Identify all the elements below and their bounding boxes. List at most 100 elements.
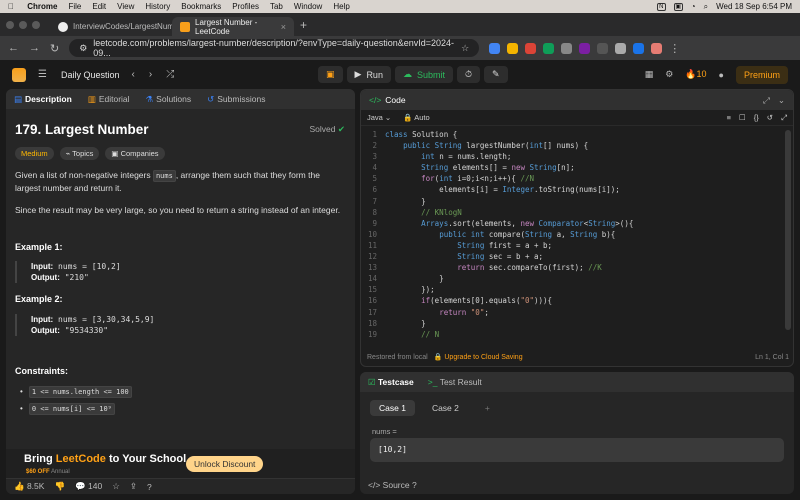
share-icon[interactable]: ⇪ bbox=[130, 481, 137, 492]
extension-icon[interactable] bbox=[633, 42, 645, 54]
expand-icon[interactable]: ⤢ bbox=[763, 95, 770, 106]
browser-tab-active[interactable]: Largest Number - LeetCode × bbox=[172, 17, 294, 36]
status-icon[interactable]: ▣ bbox=[673, 2, 683, 11]
close-tab-icon[interactable]: × bbox=[281, 22, 286, 32]
companies-tag[interactable]: ▣ Companies bbox=[105, 147, 165, 160]
close-window-button[interactable] bbox=[6, 20, 14, 29]
variable-input[interactable]: [10,2] bbox=[370, 438, 784, 462]
code-line[interactable]: 17 return "0"; bbox=[361, 308, 793, 319]
case-tab[interactable]: Case 2 bbox=[423, 400, 468, 416]
upgrade-link[interactable]: 🔒 Upgrade to Cloud Saving bbox=[434, 353, 523, 361]
extension-icon[interactable] bbox=[597, 42, 609, 54]
case-tab[interactable]: Case 1 bbox=[370, 400, 415, 416]
comments-button[interactable]: 💬 140 bbox=[75, 481, 102, 492]
settings-icon[interactable]: ⚙ bbox=[665, 69, 673, 80]
reset-icon[interactable]: ↺ bbox=[767, 113, 773, 123]
dislike-button[interactable]: 👎 bbox=[54, 481, 65, 492]
extension-icon[interactable] bbox=[561, 42, 573, 54]
debug-button[interactable]: ▣ bbox=[318, 66, 343, 83]
unlock-discount-button[interactable]: Unlock Discount bbox=[186, 456, 264, 472]
new-tab-button[interactable]: + bbox=[300, 18, 307, 32]
extension-icon[interactable] bbox=[615, 42, 627, 54]
prev-problem-icon[interactable]: ‹ bbox=[132, 69, 135, 80]
bookmark-icon[interactable]: ☐ bbox=[739, 113, 746, 123]
back-icon[interactable]: ← bbox=[8, 42, 19, 54]
format-icon[interactable]: ≡ bbox=[727, 113, 731, 123]
submit-button[interactable]: ☁ Submit bbox=[394, 66, 453, 83]
extension-icon[interactable] bbox=[525, 42, 537, 54]
topics-tag[interactable]: ⌁ Topics bbox=[59, 147, 100, 160]
menu-item[interactable]: Profiles bbox=[232, 2, 259, 11]
menu-item[interactable]: Edit bbox=[92, 2, 106, 11]
forward-icon[interactable]: → bbox=[29, 42, 40, 54]
site-info-icon[interactable]: ⚙ bbox=[79, 43, 87, 54]
code-line[interactable]: 10 public int compare(String a, String b… bbox=[361, 230, 793, 241]
source-link[interactable]: </> Source ? bbox=[368, 480, 417, 490]
apple-menu-icon[interactable]:  bbox=[8, 2, 14, 11]
editor-scrollbar[interactable] bbox=[785, 130, 791, 330]
code-line[interactable]: 9 Arrays .sort(elements, new Comparator < S… bbox=[361, 219, 793, 230]
timer-button[interactable]: ⏱ bbox=[456, 66, 480, 83]
menu-item[interactable]: File bbox=[68, 2, 81, 11]
tab-description[interactable]: ▤ Description bbox=[14, 94, 72, 105]
code-line[interactable]: 2 public String largestNumber(int[] nums… bbox=[361, 141, 793, 152]
wifi-icon[interactable]: ◔ bbox=[691, 2, 696, 11]
extension-icon[interactable] bbox=[489, 42, 501, 54]
extension-icon[interactable] bbox=[507, 42, 519, 54]
datetime[interactable]: Wed 18 Sep 6:54 PM bbox=[716, 2, 792, 11]
menu-item[interactable]: View bbox=[117, 2, 134, 11]
code-line[interactable]: 3 int n = nums.length; bbox=[361, 152, 793, 163]
autocomplete-toggle[interactable]: 🔒 Auto bbox=[403, 113, 429, 122]
browser-tab[interactable]: InterviewCodes/LargestNumb × bbox=[50, 17, 189, 36]
code-line[interactable]: 4 String elements[] = new String [n]; bbox=[361, 163, 793, 174]
menu-item[interactable]: Help bbox=[333, 2, 349, 11]
fullscreen-icon[interactable]: ⤢ bbox=[781, 113, 787, 123]
code-line[interactable]: 14 } bbox=[361, 274, 793, 285]
tab-testcase[interactable]: ☑ Testcase bbox=[368, 377, 414, 388]
code-line[interactable]: 18 } bbox=[361, 319, 793, 330]
menu-item[interactable]: Chrome bbox=[27, 2, 57, 11]
premium-button[interactable]: Premium bbox=[735, 65, 788, 84]
daily-question-title[interactable]: Daily Question bbox=[61, 70, 120, 80]
bookmark-star-icon[interactable]: ☆ bbox=[461, 43, 469, 54]
code-line[interactable]: 15 }); bbox=[361, 285, 793, 296]
favorite-star-icon[interactable]: ☆ bbox=[112, 481, 120, 492]
run-button[interactable]: ▶ Run bbox=[346, 66, 391, 83]
reload-icon[interactable]: ↻ bbox=[50, 42, 59, 55]
code-line[interactable]: 13 return sec.compareTo(first); //K bbox=[361, 263, 793, 274]
code-line[interactable]: 8 // KNlogN bbox=[361, 208, 793, 219]
tab-submissions[interactable]: ↺ Submissions bbox=[207, 94, 265, 105]
problem-list-icon[interactable]: ☰ bbox=[38, 69, 47, 80]
layout-icon[interactable]: ▦ bbox=[645, 69, 654, 80]
menu-item[interactable]: Bookmarks bbox=[181, 2, 221, 11]
code-content[interactable]: 1 class Solution {2 public String largest… bbox=[361, 130, 793, 341]
tab-solutions[interactable]: ⚗ Solutions bbox=[146, 94, 192, 105]
braces-icon[interactable]: {} bbox=[754, 113, 759, 123]
next-problem-icon[interactable]: › bbox=[149, 69, 152, 80]
address-bar[interactable]: ⚙ leetcode.com/problems/largest-number/d… bbox=[69, 38, 480, 58]
code-line[interactable]: 6 elements[i] = Integer .toString(nums[i]… bbox=[361, 185, 793, 196]
code-line[interactable]: 1 class Solution { bbox=[361, 130, 793, 141]
tab-test-result[interactable]: >_ Test Result bbox=[428, 377, 482, 387]
minimize-window-button[interactable] bbox=[19, 20, 27, 29]
extension-icon[interactable] bbox=[543, 42, 555, 54]
status-icon[interactable]: N bbox=[656, 2, 666, 11]
help-icon[interactable]: ? bbox=[412, 480, 417, 490]
code-line[interactable]: 7 } bbox=[361, 197, 793, 208]
shuffle-icon[interactable]: ⤮ bbox=[166, 69, 174, 80]
code-line[interactable]: 12 String sec = b + a; bbox=[361, 252, 793, 263]
code-line[interactable]: 19 // N bbox=[361, 330, 793, 341]
notes-button[interactable]: ✎ bbox=[484, 66, 508, 83]
help-icon[interactable]: ? bbox=[147, 482, 152, 492]
menu-item[interactable]: History bbox=[145, 2, 170, 11]
leetcode-logo[interactable] bbox=[12, 67, 26, 82]
code-line[interactable]: 16 if (elements[0].equals("0"))){ bbox=[361, 296, 793, 307]
zoom-window-button[interactable] bbox=[32, 20, 40, 29]
search-icon[interactable]: ⌕ bbox=[704, 2, 708, 12]
menu-item[interactable]: Window bbox=[294, 2, 322, 11]
tab-editorial[interactable]: ▥ Editorial bbox=[88, 94, 130, 105]
more-menu-icon[interactable]: ⋮ bbox=[669, 42, 680, 55]
code-line[interactable]: 5 for(int i=0;i<n;i++){ //N bbox=[361, 174, 793, 185]
like-button[interactable]: 👍 8.5K bbox=[14, 481, 44, 492]
code-line[interactable]: 11 String first = a + b; bbox=[361, 241, 793, 252]
